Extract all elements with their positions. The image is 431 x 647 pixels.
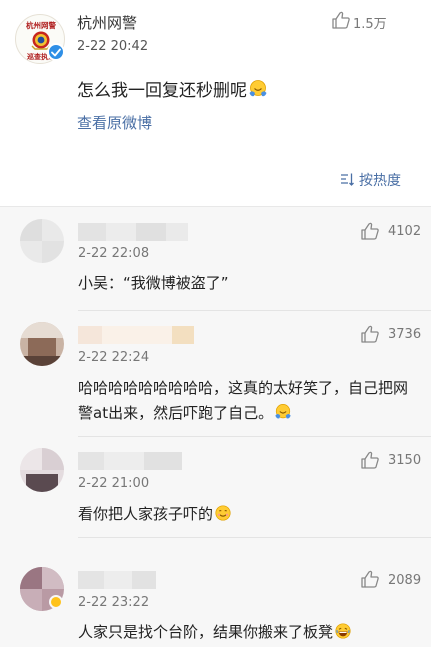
member-badge-icon xyxy=(49,595,63,609)
comment-like-count: 4102 xyxy=(388,224,422,239)
laugh-emoji-icon xyxy=(334,622,352,647)
comment-item: 2-22 23:22 2089 人家只是找个台阶，结果你搬来了板凳 xyxy=(0,537,431,647)
comment-time: 2-22 23:22 xyxy=(78,595,150,610)
comment-item: 2-22 22:08 4102 小吴：“我微博被盗了” xyxy=(0,207,431,317)
comment-item: 2-22 21:00 3150 看你把人家孩子吓的 xyxy=(0,436,431,541)
thumb-up-icon[interactable] xyxy=(360,221,380,241)
thumb-up-icon[interactable] xyxy=(360,324,380,344)
thumb-up-icon xyxy=(332,11,350,29)
sort-icon xyxy=(341,173,354,186)
weibo-post: 杭州网警 巡查执法 杭州网警 2-22 20:42 1.5万 怎么我一回复还秒删… xyxy=(0,0,431,207)
comment-like-count: 3150 xyxy=(388,453,422,468)
thumb-up-icon[interactable] xyxy=(360,569,380,589)
comment-text: 人家只是找个台阶，结果你搬来了板凳 xyxy=(78,620,418,647)
svg-text:杭州网警: 杭州网警 xyxy=(26,20,56,30)
commenter-avatar[interactable] xyxy=(20,448,64,492)
commenter-name-blurred[interactable] xyxy=(78,571,156,589)
comment-like-count: 3736 xyxy=(388,327,422,342)
sort-label: 按热度 xyxy=(359,173,401,189)
view-original-post-link[interactable]: 查看原微博 xyxy=(77,112,152,133)
smile-emoji-icon xyxy=(214,504,232,530)
comment-time: 2-22 21:00 xyxy=(78,476,150,491)
commenter-name-blurred[interactable] xyxy=(78,326,194,344)
comment-item: 2-22 22:24 3736 哈哈哈哈哈哈哈哈哈，这真的太好笑了，自己把网警a… xyxy=(0,310,431,440)
post-like-count: 1.5万 xyxy=(353,17,387,32)
commenter-name-blurred[interactable] xyxy=(78,223,188,241)
commenter-name-blurred[interactable] xyxy=(78,452,182,470)
verified-check-icon xyxy=(47,43,65,61)
comment-text: 看你把人家孩子吓的 xyxy=(78,502,418,530)
shy-emoji-icon xyxy=(248,79,268,104)
comment-list: 2-22 22:08 4102 小吴：“我微博被盗了” 2-22 22:24 3… xyxy=(0,207,431,647)
post-time: 2-22 20:42 xyxy=(77,39,149,54)
comment-text: 小吴：“我微博被盗了” xyxy=(78,274,229,292)
comment-like-count: 2089 xyxy=(388,573,422,588)
commenter-avatar[interactable] xyxy=(20,219,64,263)
thumb-up-icon[interactable] xyxy=(360,450,380,470)
comment-time: 2-22 22:08 xyxy=(78,246,150,261)
shy-emoji-icon xyxy=(274,403,292,429)
commenter-avatar[interactable] xyxy=(20,322,64,366)
comment-text: 哈哈哈哈哈哈哈哈哈，这真的太好笑了，自己把网警at出来，然后吓跑了自己。 xyxy=(78,376,418,429)
post-text: 怎么我一回复还秒删呢 xyxy=(77,76,268,104)
author-name[interactable]: 杭州网警 xyxy=(77,12,137,33)
comment-time: 2-22 22:24 xyxy=(78,350,150,365)
